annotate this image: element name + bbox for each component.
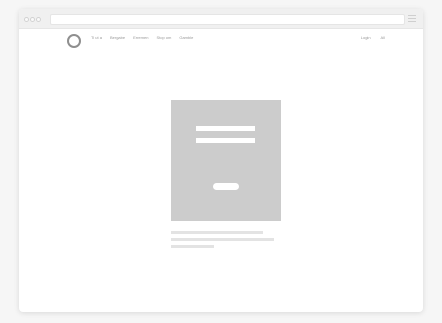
password-field[interactable] bbox=[196, 138, 255, 143]
placeholder-text-line-2 bbox=[171, 238, 274, 241]
nav-link-1[interactable]: Ti ut a bbox=[91, 35, 102, 41]
browser-window: Ti ut a Bergabe Erremen Stop om Gamble L… bbox=[19, 9, 423, 312]
nav-link-3[interactable]: Erremen bbox=[133, 35, 148, 41]
login-card bbox=[171, 100, 281, 221]
browser-titlebar bbox=[19, 9, 423, 29]
circle-logo-icon[interactable] bbox=[67, 34, 81, 48]
nav-link-2[interactable]: Bergabe bbox=[110, 35, 125, 41]
nav-link-5[interactable]: Gamble bbox=[179, 35, 193, 41]
username-field[interactable] bbox=[196, 126, 255, 131]
nav-links: Ti ut a Bergabe Erremen Stop om Gamble bbox=[91, 35, 201, 41]
nav-right: Login All bbox=[351, 35, 385, 41]
placeholder-text-line-1 bbox=[171, 231, 263, 234]
login-link[interactable]: Login bbox=[361, 35, 371, 41]
minimize-window-icon[interactable] bbox=[30, 17, 35, 22]
placeholder-text-line-3 bbox=[171, 245, 214, 248]
submit-button[interactable] bbox=[213, 183, 239, 190]
hamburger-icon[interactable] bbox=[408, 15, 416, 22]
site-navbar: Ti ut a Bergabe Erremen Stop om Gamble L… bbox=[19, 29, 423, 51]
maximize-window-icon[interactable] bbox=[36, 17, 41, 22]
nav-link-4[interactable]: Stop om bbox=[156, 35, 171, 41]
close-window-icon[interactable] bbox=[24, 17, 29, 22]
language-link[interactable]: All bbox=[381, 35, 385, 41]
address-bar[interactable] bbox=[50, 14, 405, 25]
